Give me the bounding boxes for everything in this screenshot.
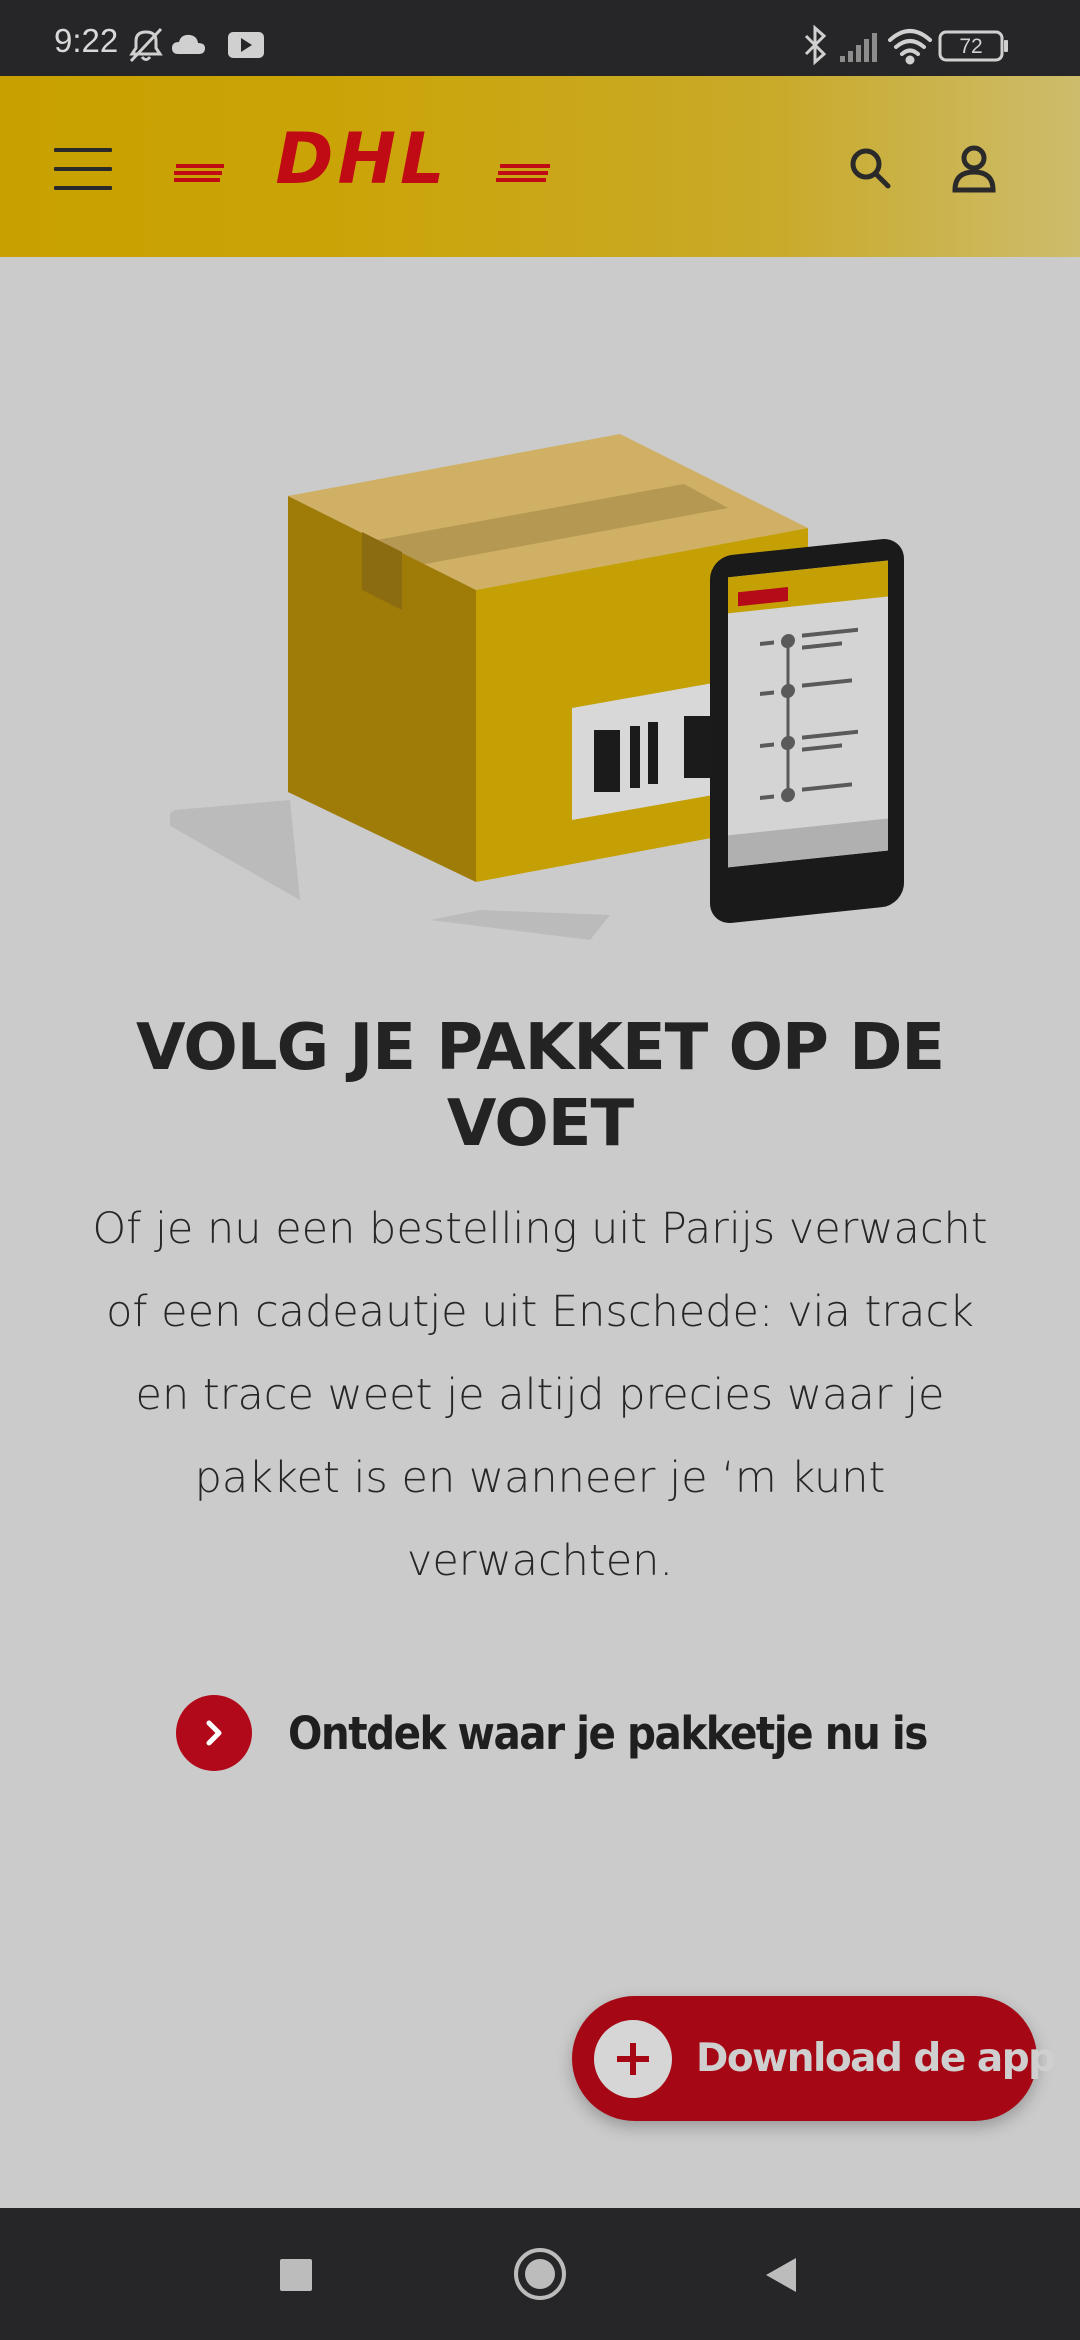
battery-icon: 72 [938,30,1008,62]
battery-level: 72 [959,35,982,58]
plus-icon [594,2019,672,2098]
download-app-button[interactable]: Download de app [572,1996,1056,2121]
bell-off-icon [129,27,163,63]
dhl-logo-text: DHL [275,128,448,188]
page-description: Of je nu een bestelling uit Parijs verwa… [92,1204,988,1586]
home-icon[interactable] [514,2248,566,2300]
chevron-right-icon [176,1695,252,1771]
track-parcel-link[interactable]: Ontdek waar je pakketje nu is [176,1695,928,1771]
user-icon[interactable] [950,144,998,194]
recent-apps-icon[interactable] [280,2259,312,2291]
parcel-tracking-illustration [170,434,904,940]
youtube-icon [228,32,264,58]
wifi-icon [888,29,932,65]
phone-illustration [710,539,904,924]
search-icon[interactable] [848,146,892,190]
track-parcel-link-label: Ontdek waar je pakketje nu is [288,1706,928,1760]
signal-icon [840,33,877,62]
cloud-icon [172,34,205,54]
download-app-label: Download de app [696,2036,1056,2081]
bluetooth-icon [804,24,827,66]
status-bar: 9:22 72 [0,0,1080,76]
page-title: VOLG JE PAKKET OP DE VOET [135,1011,945,1161]
dhl-logo[interactable]: DHL [174,128,550,188]
menu-icon[interactable] [54,148,112,192]
back-icon[interactable] [764,2256,798,2294]
status-right-icons: 72 [804,24,1008,66]
status-time: 9:22 [54,22,119,59]
status-left-icons [129,27,264,63]
